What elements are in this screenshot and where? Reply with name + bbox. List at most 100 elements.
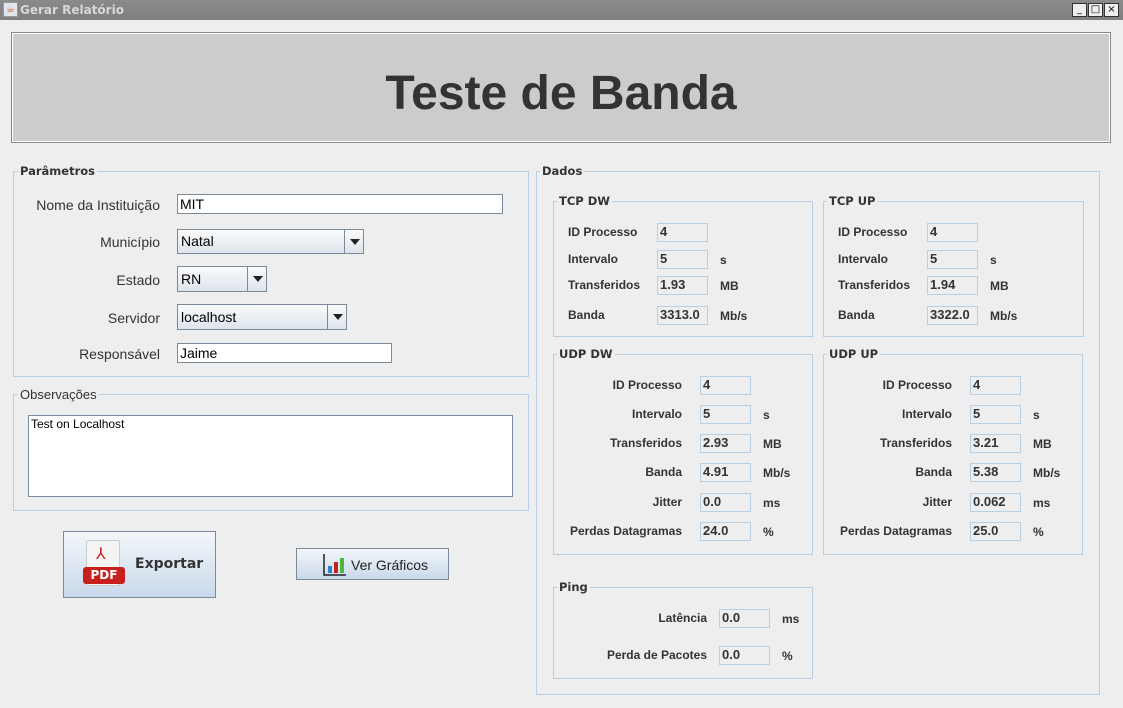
udp-dw-value: 24.0 — [700, 522, 751, 541]
udp-up-unit: ms — [1033, 496, 1051, 510]
nome-label: Nome da Instituição — [36, 197, 160, 213]
udp-up-value: 4 — [970, 376, 1021, 395]
ping-legend: Ping — [557, 580, 590, 594]
municipio-label: Município — [100, 234, 160, 250]
udp-dw-label: Perdas Datagramas — [569, 524, 682, 538]
udp-dw-unit: MB — [763, 437, 782, 451]
tcp-dw-label: Intervalo — [568, 252, 619, 266]
tcp-up-value: 1.94 — [927, 276, 978, 295]
tcp-dw-label: Transferidos — [568, 278, 641, 292]
maximize-button[interactable]: □ — [1088, 3, 1103, 17]
close-button[interactable]: × — [1104, 3, 1119, 17]
udp-up-label: Transferidos — [879, 436, 952, 450]
udp-dw-unit: % — [763, 525, 774, 539]
udp-up-label: Intervalo — [901, 407, 952, 421]
tcp-dw-unit: MB — [720, 279, 739, 293]
servidor-value: localhost — [181, 309, 237, 325]
parametros-legend: Parâmetros — [18, 164, 98, 178]
udp-up-legend: UDP UP — [827, 347, 881, 361]
chevron-down-icon[interactable] — [344, 230, 363, 253]
estado-value: RN — [181, 271, 202, 287]
tcp-dw-value: 4 — [657, 223, 708, 242]
municipio-value: Natal — [181, 233, 214, 249]
udp-up-value: 25.0 — [970, 522, 1021, 541]
udp-dw-label: ID Processo — [612, 378, 682, 392]
tcp-up-unit: Mb/s — [990, 309, 1018, 323]
municipio-select[interactable]: Natal — [177, 229, 364, 254]
ver-graficos-label: Ver Gráficos — [351, 557, 429, 573]
udp-up-label: Perdas Datagramas — [839, 524, 952, 538]
title-bar: Gerar Relatório — [0, 0, 1123, 20]
ping-unit: ms — [782, 612, 800, 626]
udp-dw-label: Transferidos — [609, 436, 682, 450]
exportar-button[interactable]: PDF ⅄ Exportar — [63, 531, 216, 598]
java-app-icon: ☕ — [3, 2, 18, 17]
udp-up-label: Jitter — [922, 495, 952, 509]
chevron-down-icon[interactable] — [327, 305, 346, 329]
ping-value: 0.0 — [719, 609, 770, 628]
tcp-dw-unit: s — [720, 253, 727, 267]
observacoes-textarea[interactable]: Test on Localhost — [28, 415, 513, 497]
pdf-icon: PDF ⅄ — [83, 540, 125, 586]
tcp-up-label: Transferidos — [838, 278, 911, 292]
udp-dw-value: 2.93 — [700, 434, 751, 453]
udp-dw-unit: Mb/s — [763, 466, 791, 480]
observacoes-legend: Observações — [18, 387, 99, 402]
tcp-up-label: Banda — [838, 308, 875, 322]
tcp-up-unit: s — [990, 253, 997, 267]
ver-graficos-button[interactable]: Ver Gráficos — [296, 548, 449, 580]
tcp-dw-unit: Mb/s — [720, 309, 748, 323]
tcp-dw-label: Banda — [568, 308, 605, 322]
servidor-select[interactable]: localhost — [177, 304, 347, 330]
udp-dw-legend: UDP DW — [557, 347, 615, 361]
ping-unit: % — [782, 649, 793, 663]
udp-up-value: 0.062 — [970, 493, 1021, 512]
ping-label: Perda de Pacotes — [606, 648, 707, 662]
tcp-up-unit: MB — [990, 279, 1009, 293]
tcp-up-value: 4 — [927, 223, 978, 242]
udp-up-unit: Mb/s — [1033, 466, 1061, 480]
tcp-up-label: ID Processo — [838, 225, 908, 239]
udp-dw-label: Banda — [645, 465, 682, 479]
responsavel-label: Responsável — [79, 346, 160, 362]
responsavel-input[interactable]: Jaime — [177, 343, 392, 363]
tcp-dw-label: ID Processo — [568, 225, 638, 239]
tcp-dw-value: 5 — [657, 250, 708, 269]
udp-up-value: 5 — [970, 405, 1021, 424]
tcp-up-value: 5 — [927, 250, 978, 269]
dados-legend: Dados — [540, 164, 585, 178]
tcp-up-value: 3322.0 — [927, 306, 978, 325]
udp-dw-label: Jitter — [652, 495, 682, 509]
ping-group — [553, 587, 813, 679]
udp-up-value: 5.38 — [970, 463, 1021, 482]
tcp-up-legend: TCP UP — [827, 194, 878, 208]
tcp-dw-legend: TCP DW — [557, 194, 612, 208]
udp-up-label: Banda — [915, 465, 952, 479]
tcp-dw-value: 1.93 — [657, 276, 708, 295]
window-title: Gerar Relatório — [20, 3, 124, 17]
ping-label: Latência — [658, 611, 707, 625]
tcp-dw-value: 3313.0 — [657, 306, 708, 325]
udp-dw-label: Intervalo — [631, 407, 682, 421]
udp-up-unit: s — [1033, 408, 1040, 422]
exportar-label: Exportar — [135, 556, 204, 572]
tcp-up-label: Intervalo — [838, 252, 889, 266]
chevron-down-icon[interactable] — [247, 267, 266, 291]
estado-select[interactable]: RN — [177, 266, 267, 292]
udp-dw-value: 4 — [700, 376, 751, 395]
udp-up-unit: MB — [1033, 437, 1052, 451]
udp-up-value: 3.21 — [970, 434, 1021, 453]
nome-instituicao-input[interactable]: MIT — [177, 194, 503, 214]
udp-dw-unit: ms — [763, 496, 781, 510]
servidor-label: Servidor — [107, 310, 160, 326]
udp-up-label: ID Processo — [882, 378, 952, 392]
minimize-button[interactable]: _ — [1072, 3, 1087, 17]
banner-title: Teste de Banda — [11, 32, 1111, 143]
udp-dw-value: 5 — [700, 405, 751, 424]
udp-dw-unit: s — [763, 408, 770, 422]
ping-value: 0.0 — [719, 646, 770, 665]
estado-label: Estado — [116, 272, 160, 288]
udp-dw-value: 0.0 — [700, 493, 751, 512]
bar-chart-icon — [323, 554, 346, 576]
udp-up-unit: % — [1033, 525, 1044, 539]
